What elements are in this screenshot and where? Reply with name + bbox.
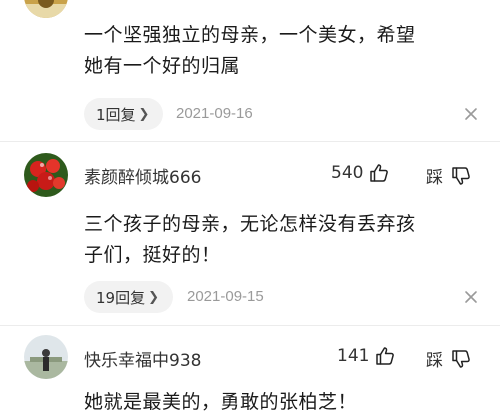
dislike-button[interactable]: 踩 bbox=[426, 163, 471, 188]
thumbs-up-icon bbox=[370, 164, 389, 182]
chevron-right-icon: ❯ bbox=[138, 106, 150, 122]
avatar[interactable] bbox=[24, 335, 68, 379]
thumbs-up-icon bbox=[376, 347, 395, 365]
divider bbox=[0, 325, 500, 326]
comment-text-line: 她有一个好的归属 bbox=[84, 55, 241, 77]
reply-count-label: 19回复 bbox=[96, 288, 146, 307]
comment-feed: 一个坚强独立的母亲，一个美女，希望 她有一个好的归属 1回复 ❯ 2021-09… bbox=[0, 0, 500, 414]
dislike-label: 踩 bbox=[426, 168, 443, 188]
comment-text: 一个坚强独立的母亲，一个美女，希望 她有一个好的归属 bbox=[84, 20, 484, 82]
dislike-button[interactable]: 踩 bbox=[426, 346, 471, 371]
comment-text-line: 三个孩子的母亲，无论怎样没有丢弃孩 bbox=[84, 213, 416, 235]
username[interactable]: 快乐幸福中938 bbox=[84, 346, 201, 371]
thumbs-down-icon bbox=[452, 166, 470, 185]
close-icon[interactable] bbox=[464, 290, 478, 304]
username[interactable]: 素颜醉倾城666 bbox=[84, 163, 201, 188]
reply-count-button[interactable]: 19回复 ❯ bbox=[84, 281, 173, 313]
comment-date: 2021-09-16 bbox=[176, 105, 253, 122]
chevron-right-icon: ❯ bbox=[148, 289, 159, 305]
comment-date: 2021-09-15 bbox=[187, 288, 264, 305]
comment-text-line: 她就是最美的，勇敢的张柏芝！ bbox=[84, 391, 358, 413]
comment-text: 三个孩子的母亲，无论怎样没有丢弃孩 子们，挺好的！ bbox=[84, 209, 484, 271]
thumbs-down-icon bbox=[452, 349, 470, 368]
dislike-label: 踩 bbox=[426, 351, 443, 371]
like-count: 540 bbox=[331, 163, 364, 183]
comment-text-line: 一个坚强独立的母亲，一个美女，希望 bbox=[84, 24, 416, 46]
divider bbox=[0, 141, 500, 142]
comment-text-line: 子们，挺好的！ bbox=[84, 244, 221, 266]
reply-count-button[interactable]: 1回复 ❯ bbox=[84, 98, 164, 130]
avatar[interactable] bbox=[24, 0, 68, 18]
like-count: 141 bbox=[337, 346, 370, 366]
close-icon[interactable] bbox=[464, 107, 478, 121]
like-button[interactable]: 540 bbox=[331, 163, 389, 183]
like-button[interactable]: 141 bbox=[337, 346, 395, 366]
comment-text: 她就是最美的，勇敢的张柏芝！ bbox=[84, 387, 484, 414]
avatar[interactable] bbox=[24, 153, 68, 197]
reply-count-label: 1回复 bbox=[96, 105, 136, 124]
